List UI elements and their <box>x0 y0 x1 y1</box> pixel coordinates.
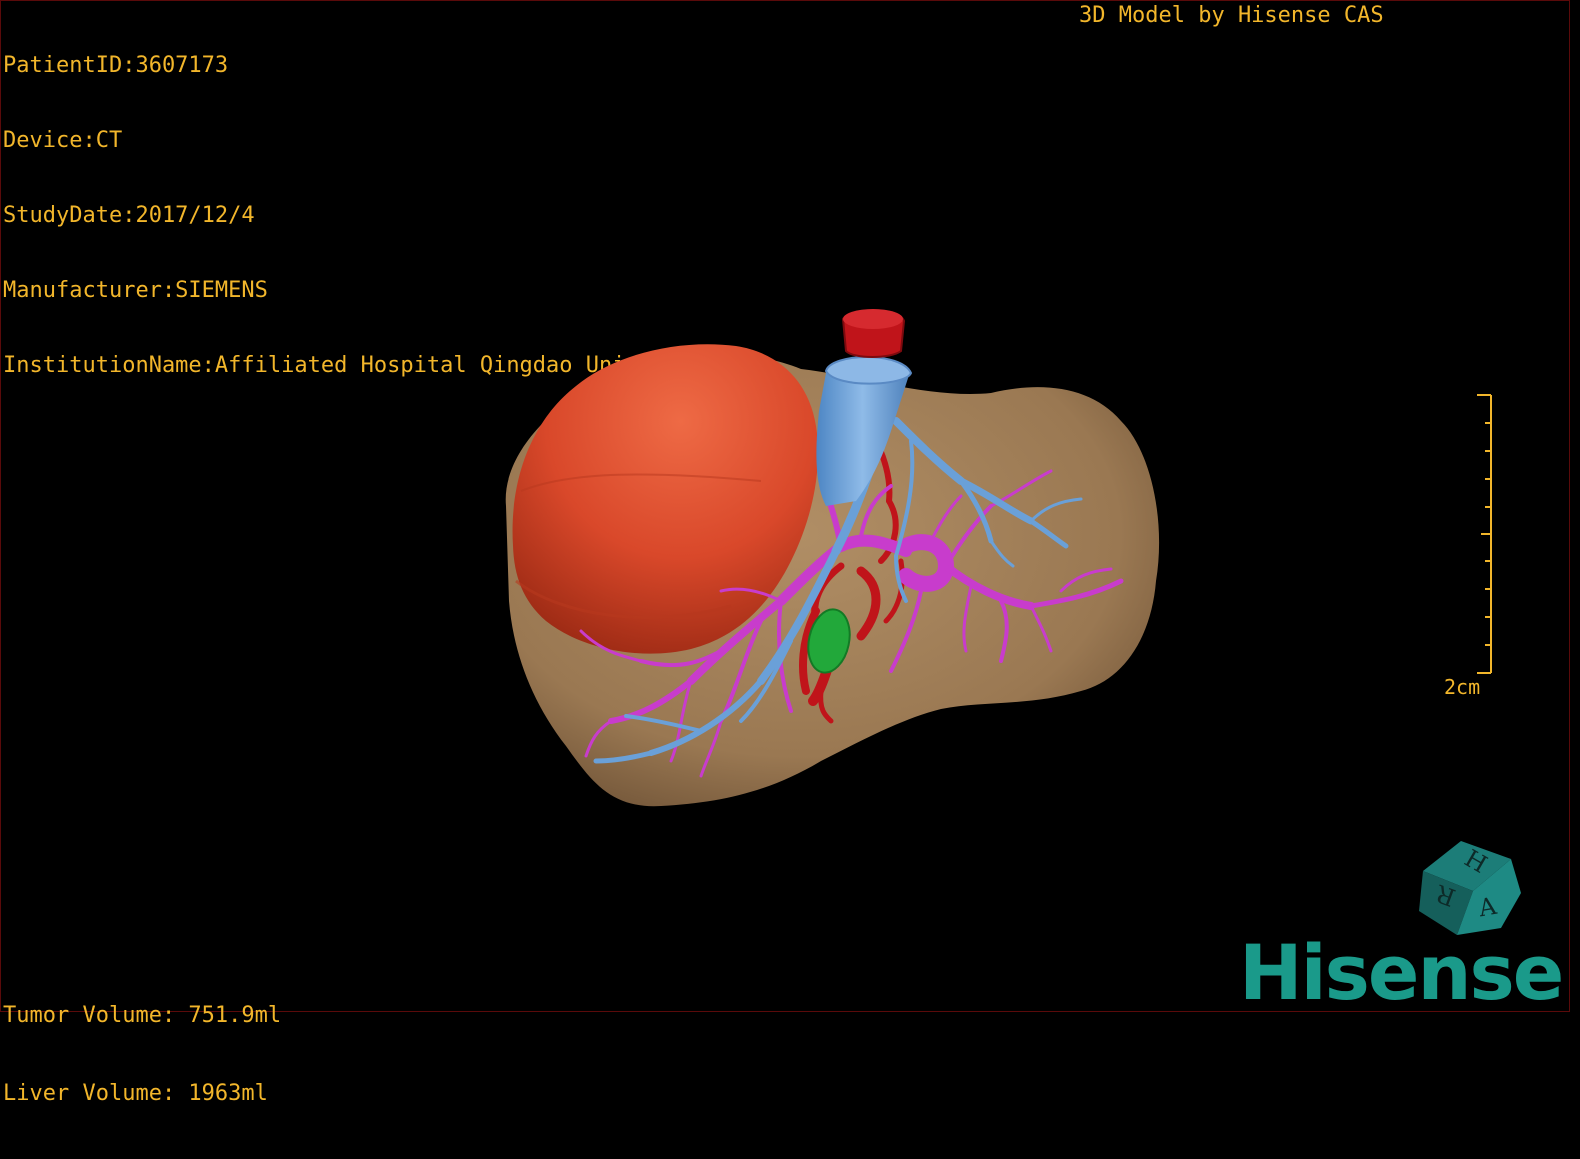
orientation-cube-icon[interactable]: H R A <box>1413 833 1523 938</box>
ivc-top <box>824 356 913 385</box>
hisense-logo: Hisense <box>1239 928 1564 1017</box>
liver-volume: Liver Volume: 1963ml <box>3 1081 268 1106</box>
scale-bar-icon <box>1477 394 1492 674</box>
liver-3d-model[interactable] <box>1 1 1571 1013</box>
volume-info: Tumor Volume: 751.9ml Liver Volume: 1963… <box>3 951 281 1159</box>
tumor-volume: Tumor Volume: 751.9ml <box>3 1003 282 1028</box>
aorta-top <box>843 309 903 329</box>
scale-label: 2cm <box>1444 675 1481 699</box>
3d-viewport[interactable]: PatientID:3607173 Device:CT StudyDate:20… <box>0 0 1571 1106</box>
